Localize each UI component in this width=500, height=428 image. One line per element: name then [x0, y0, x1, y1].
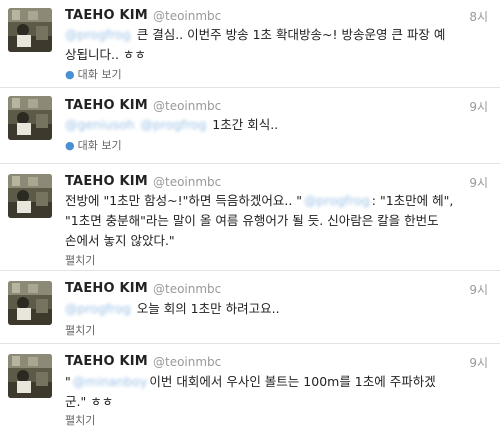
- author-handle[interactable]: @teoinmbc: [153, 99, 221, 113]
- tweet-1: TAEHO KIM @teoinmbc 8시 @progfrog 큰 결심.. 이…: [0, 0, 500, 82]
- mention-link[interactable]: @progfrog: [65, 25, 131, 45]
- tweet-2: TAEHO KIM @teoinmbc 9시 @geniusoh @progfro…: [0, 88, 500, 163]
- avatar[interactable]: [8, 281, 52, 325]
- tweet-line: 군." ㅎㅎ: [65, 394, 114, 409]
- tweet-line: 큰 결심.. 이번주 방송 1초 확대방송~! 방송운영 큰 파장 예: [136, 27, 446, 42]
- avatar[interactable]: [8, 174, 52, 218]
- tweet-time[interactable]: 9시: [469, 281, 488, 298]
- avatar[interactable]: [8, 8, 52, 52]
- mention-link[interactable]: @progfrog: [304, 191, 370, 211]
- tweet-text: @progfrog 큰 결심.. 이번주 방송 1초 확대방송~! 방송운영 큰 …: [65, 25, 485, 65]
- tweet-time[interactable]: 9시: [469, 174, 488, 191]
- tweet-line: : "1초만에 헤",: [371, 193, 454, 208]
- avatar[interactable]: [8, 96, 52, 140]
- tweet-time[interactable]: 9시: [469, 354, 488, 371]
- author-name[interactable]: TAEHO KIM: [65, 8, 148, 23]
- tweet-line: 손에서 놓지 않았다.": [65, 233, 175, 248]
- tweet-text: " @minanboy 이번 대회에서 우사인 볼트는 100m를 1초에 주파하겠…: [65, 372, 485, 412]
- author-name[interactable]: TAEHO KIM: [65, 354, 148, 369]
- tweet-line: 전방에 "1초만 함성~!"하면 득음하겠어요.. ": [65, 193, 303, 208]
- tweet-time[interactable]: 8시: [469, 8, 488, 25]
- tweet-5: TAEHO KIM @teoinmbc 9시 " @minanboy 이번 대회에서…: [0, 344, 500, 427]
- view-conversation-link[interactable]: ● 대화 보기: [65, 137, 122, 153]
- tweet-text: 전방에 "1초만 함성~!"하면 득음하겠어요.. " @progfrog: "1…: [65, 191, 485, 251]
- conversation-icon: ●: [65, 68, 75, 81]
- tweet-line: 이번 대회에서 우사인 볼트는 100m를 1초에 주파하겠: [149, 374, 436, 389]
- tweet-text: @progfrog 오늘 회의 1초만 하려고요..: [65, 299, 485, 319]
- tweet-4: TAEHO KIM @teoinmbc 9시 @progfrog 오늘 회의 1초…: [0, 271, 500, 345]
- view-conversation-link[interactable]: ● 대화 보기: [65, 66, 122, 82]
- tweet-line: 상됩니다.. ㅎㅎ: [65, 47, 146, 62]
- tweet-line: 오늘 회의 1초만 하려고요..: [136, 301, 280, 316]
- tweet-3: TAEHO KIM @teoinmbc 9시 전방에 "1초만 함성~!"하면 …: [0, 164, 500, 267]
- mention-link[interactable]: @progfrog: [65, 299, 131, 319]
- author-name[interactable]: TAEHO KIM: [65, 281, 148, 296]
- avatar[interactable]: [8, 354, 52, 398]
- mention-link[interactable]: @geniusoh: [65, 115, 135, 135]
- author-handle[interactable]: @teoinmbc: [153, 355, 221, 369]
- expand-link[interactable]: 펼치기: [65, 252, 95, 268]
- tweet-time[interactable]: 9시: [469, 98, 488, 115]
- author-handle[interactable]: @teoinmbc: [153, 175, 221, 189]
- expand-link[interactable]: 펼치기: [65, 322, 95, 338]
- author-handle[interactable]: @teoinmbc: [153, 9, 221, 23]
- tweet-line: 1초간 회식..: [212, 117, 279, 132]
- author-name[interactable]: TAEHO KIM: [65, 174, 148, 189]
- tweet-line: "1초면 충분해"라는 말이 올 여름 유행어가 될 듯. 신아람은 칼을 한번…: [65, 213, 439, 228]
- conversation-icon: ●: [65, 139, 75, 152]
- mention-link[interactable]: @progfrog: [141, 115, 207, 135]
- tweet-text: @geniusoh @progfrog 1초간 회식..: [65, 115, 485, 135]
- tweet-line: ": [65, 374, 71, 389]
- author-name[interactable]: TAEHO KIM: [65, 98, 148, 113]
- mention-link[interactable]: @minanboy: [73, 372, 148, 392]
- author-handle[interactable]: @teoinmbc: [153, 282, 221, 296]
